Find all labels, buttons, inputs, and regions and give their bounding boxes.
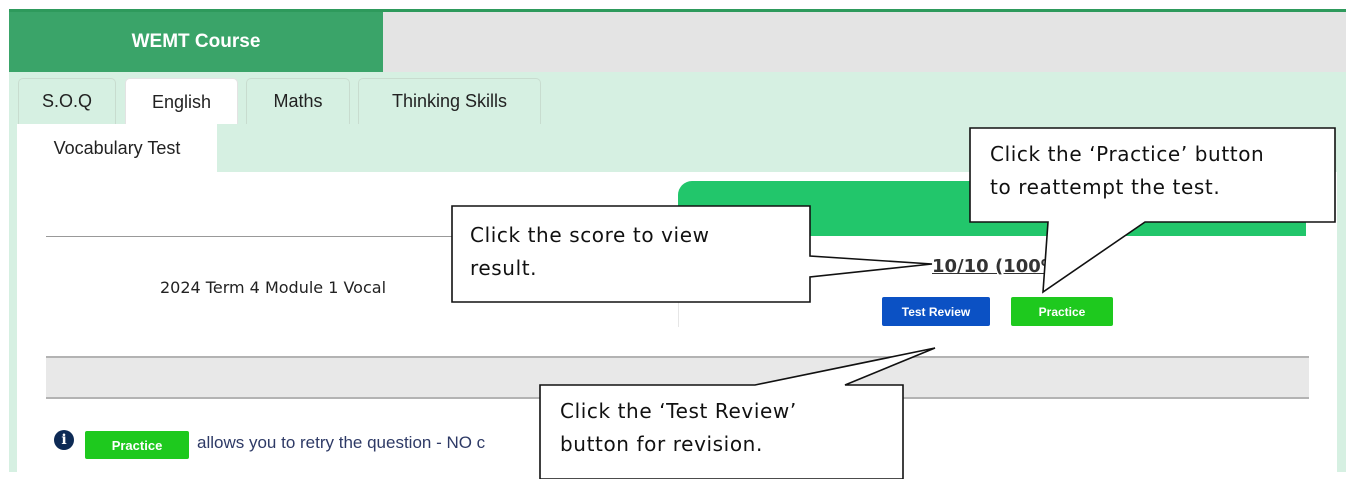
callout-score-line-1: Click the score to view: [470, 223, 710, 247]
callout-review-text: Click the ‘Test Review’ button for revis…: [560, 395, 797, 461]
callout-review-line-2: button for revision.: [560, 432, 763, 456]
callout-practice-line-1: Click the ‘Practice’ button: [990, 142, 1265, 166]
callout-practice-text: Click the ‘Practice’ button to reattempt…: [990, 138, 1264, 204]
callout-practice-line-2: to reattempt the test.: [990, 175, 1221, 199]
callout-review-line-1: Click the ‘Test Review’: [560, 399, 797, 423]
callout-score-text: Click the score to view result.: [470, 219, 710, 285]
callout-score-line-2: result.: [470, 256, 538, 280]
